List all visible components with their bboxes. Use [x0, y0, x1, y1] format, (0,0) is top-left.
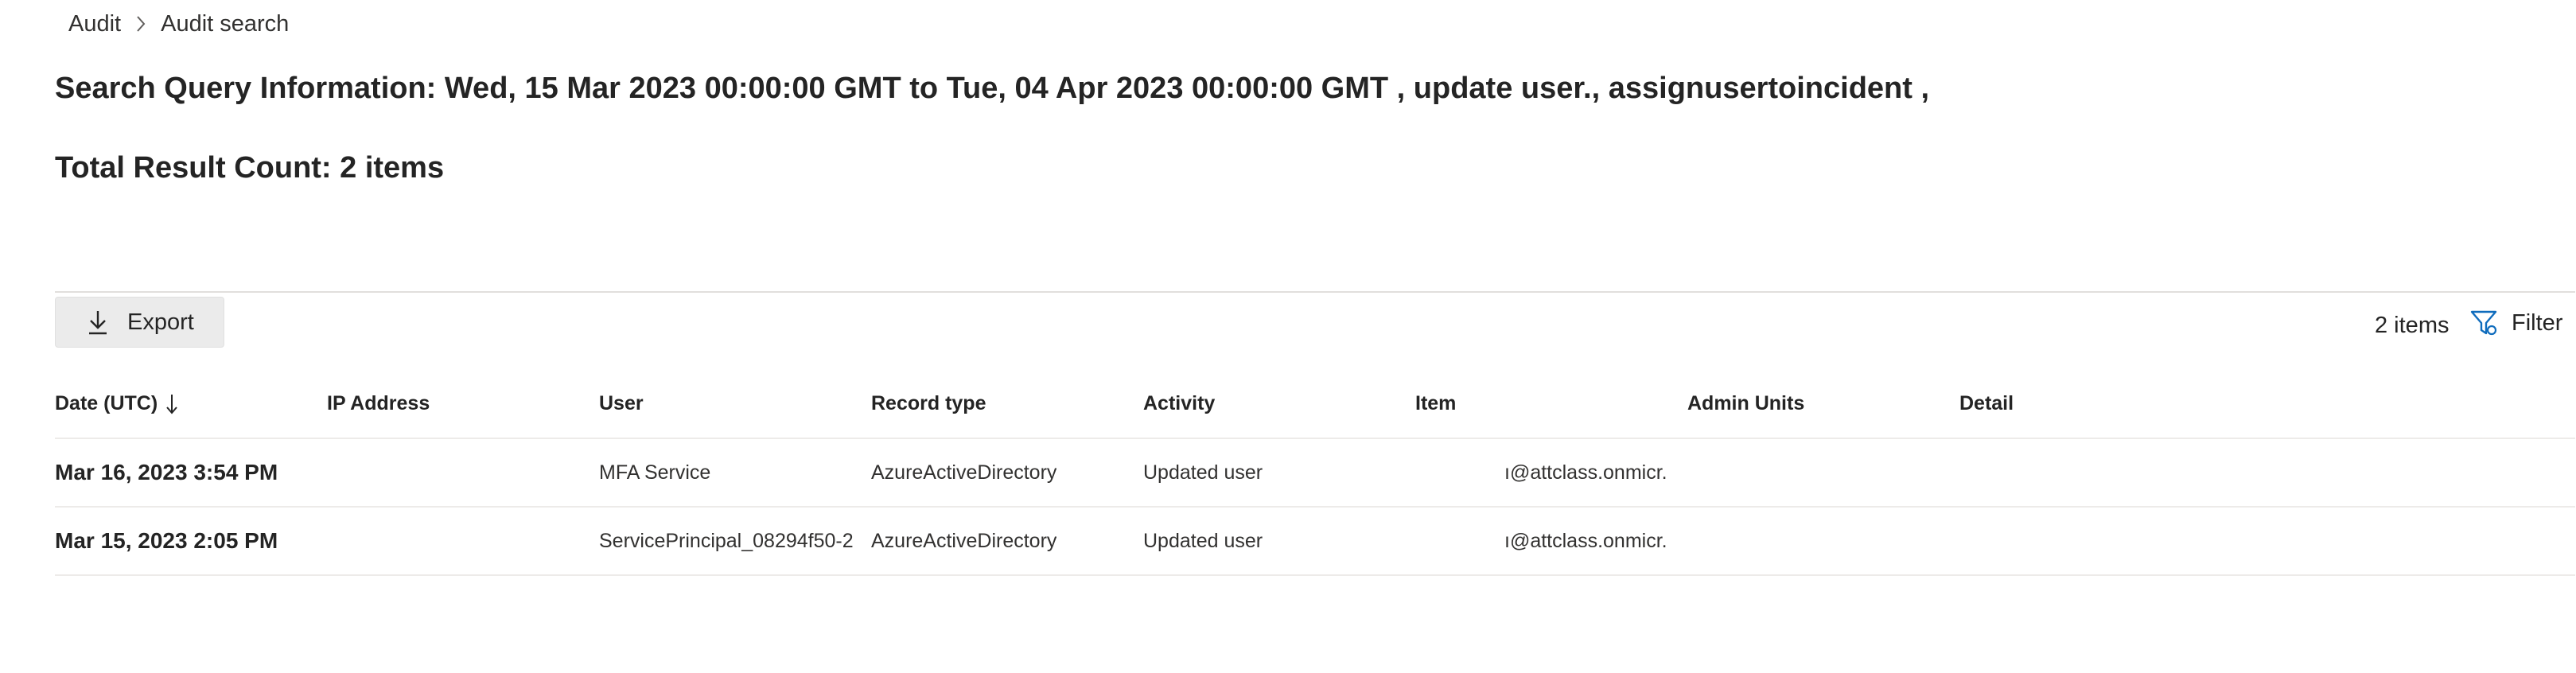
breadcrumb-audit[interactable]: Audit: [68, 11, 121, 37]
filter-button[interactable]: Filter: [2470, 309, 2562, 336]
cell-record-type: AzureActiveDirectory: [871, 529, 1057, 552]
chevron-right-icon: [135, 15, 146, 33]
column-header-record-type[interactable]: Record type: [871, 392, 986, 415]
cell-record-type: AzureActiveDirectory: [871, 461, 1057, 484]
column-header-date[interactable]: Date (UTC): [55, 392, 178, 415]
filter-label: Filter: [2512, 309, 2563, 336]
download-icon: [88, 309, 108, 335]
items-count: 2 items: [2375, 313, 2450, 338]
table-row[interactable]: Mar 16, 2023 3:54 PM MFA Service AzureAc…: [55, 439, 2575, 506]
cell-item: ı@attclass.onmicr...: [1504, 461, 1667, 484]
column-header-admin-units[interactable]: Admin Units: [1687, 392, 1804, 415]
column-header-detail[interactable]: Detail: [1959, 392, 2014, 415]
cell-activity: Updated user: [1143, 461, 1263, 484]
column-header-item[interactable]: Item: [1415, 392, 1456, 415]
cell-date: Mar 16, 2023 3:54 PM: [55, 460, 278, 484]
breadcrumb: Audit Audit search: [68, 6, 289, 41]
column-header-ip-address[interactable]: IP Address: [327, 392, 430, 415]
export-button[interactable]: Export: [55, 297, 224, 348]
total-result-count: Total Result Count: 2 items: [55, 151, 445, 185]
arrow-down-icon: [165, 393, 178, 415]
filter-icon: [2470, 309, 2499, 336]
search-query-information: Search Query Information: Wed, 15 Mar 20…: [55, 72, 1930, 105]
column-header-user[interactable]: User: [599, 392, 644, 415]
table-row[interactable]: Mar 15, 2023 2:05 PM ServicePrincipal_08…: [55, 508, 2575, 574]
row-divider: [55, 574, 2575, 576]
column-header-activity[interactable]: Activity: [1143, 392, 1215, 415]
export-label: Export: [127, 309, 194, 335]
cell-item: ı@attclass.onmicr...: [1504, 529, 1667, 552]
cell-date: Mar 15, 2023 2:05 PM: [55, 528, 278, 553]
cell-activity: Updated user: [1143, 529, 1263, 552]
divider: [55, 291, 2575, 293]
cell-user: ServicePrincipal_08294f50-2...: [599, 529, 854, 552]
cell-user: MFA Service: [599, 461, 711, 484]
breadcrumb-audit-search[interactable]: Audit search: [161, 11, 289, 37]
